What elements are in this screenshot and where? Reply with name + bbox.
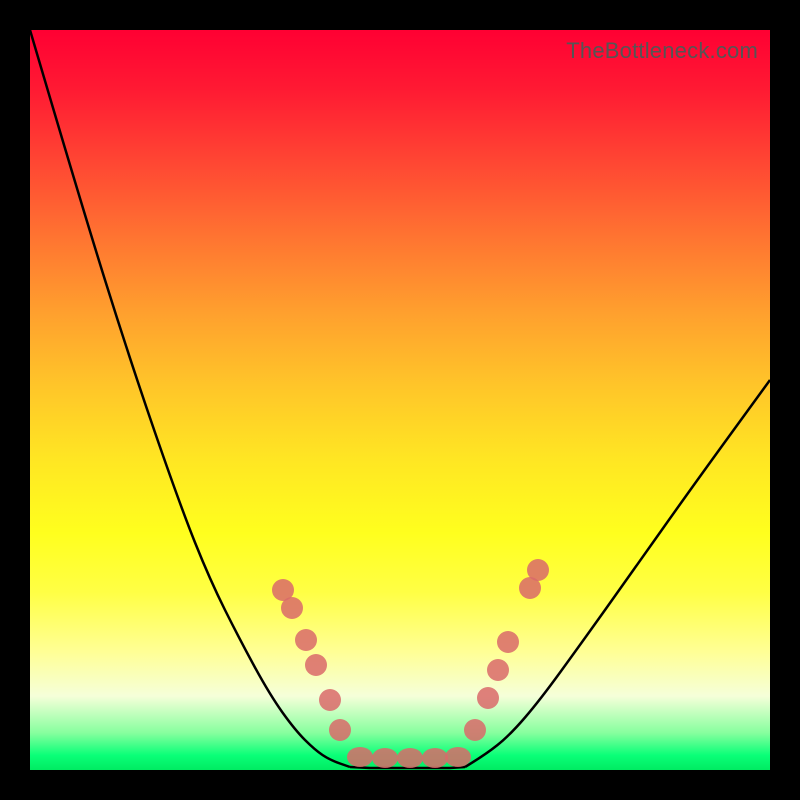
plot-area: TheBottleneck.com (30, 30, 770, 770)
markers-right (464, 559, 549, 741)
data-marker (497, 631, 519, 653)
data-marker-flat (422, 748, 448, 768)
right-branch-curve (465, 380, 770, 767)
left-branch-curve (30, 30, 350, 767)
data-marker (477, 687, 499, 709)
data-marker-flat (347, 747, 373, 767)
curve-svg (30, 30, 770, 770)
data-marker-flat (397, 748, 423, 768)
data-marker (527, 559, 549, 581)
data-marker (319, 689, 341, 711)
markers-flat (347, 747, 471, 768)
data-marker (329, 719, 351, 741)
data-marker (295, 629, 317, 651)
chart-container: TheBottleneck.com (0, 0, 800, 800)
data-marker (305, 654, 327, 676)
data-marker (281, 597, 303, 619)
markers-left (272, 579, 351, 741)
data-marker-flat (372, 748, 398, 768)
data-marker-flat (445, 747, 471, 767)
data-marker (464, 719, 486, 741)
data-marker (487, 659, 509, 681)
